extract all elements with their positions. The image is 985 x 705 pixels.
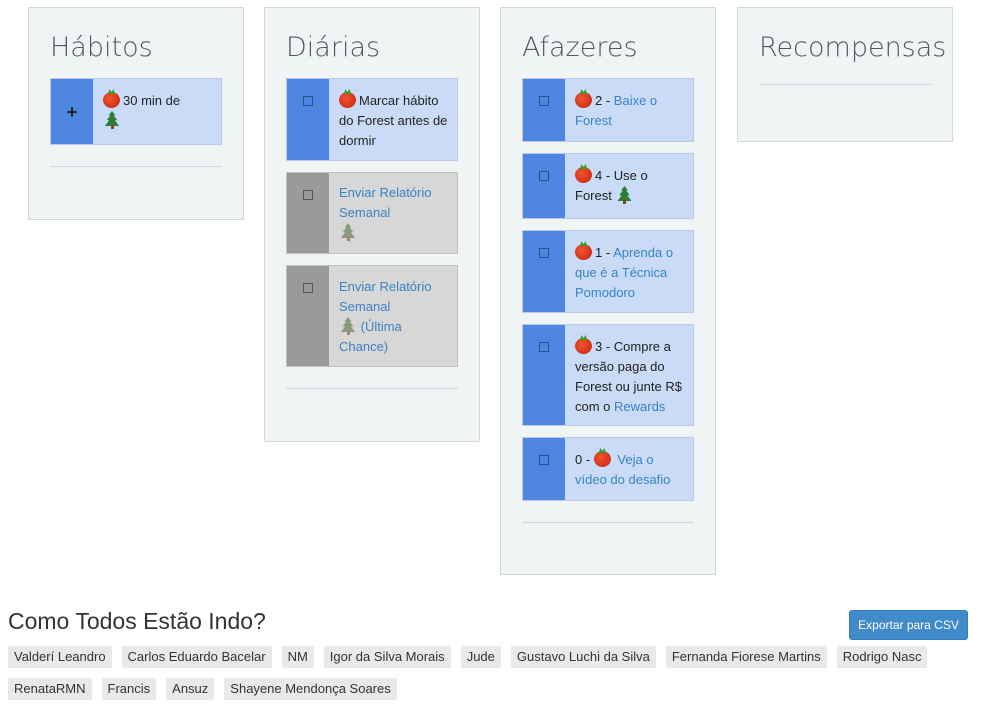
daily-checkbox-area[interactable] [287,173,329,253]
dailies-column: Diárias Marcar hábito do Forest antes de… [264,7,480,442]
todo-task-text[interactable]: 4 - Use o Forest [565,154,693,218]
export-csv-button[interactable]: Exportar para CSV [849,610,968,640]
party-member-tag[interactable]: Valderí Leandro [8,646,112,668]
checkbox-icon[interactable] [539,171,549,181]
party-member-tag[interactable]: Francis [101,678,157,700]
checkbox-icon[interactable] [539,248,549,258]
rewards-column: Recompensas [737,7,953,142]
column-divider [50,166,222,167]
todo-task-text[interactable]: 3 - Compre a versão paga do Forest ou ju… [565,325,693,425]
party-members-list: Valderí Leandro Carlos Eduardo Bacelar NM I… [8,646,973,700]
dailies-title: Diárias [286,32,381,63]
evergreen-tree-icon [105,111,119,129]
todo-checkbox-area[interactable] [523,325,565,425]
checkbox-icon[interactable] [539,96,549,106]
todo-checkbox-area[interactable] [523,231,565,312]
todo-checkbox-area[interactable] [523,154,565,218]
todo-task-prefix: 1 - [595,245,614,260]
tomato-icon [575,338,592,354]
todos-column: Afazeres 2 - Baixe o Forest 4 - Use o Fo… [500,7,716,575]
todo-task[interactable]: 0 - Veja o vídeo do desafio [522,437,694,501]
tomato-icon [593,451,611,467]
todos-title: Afazeres [522,32,638,63]
column-divider [286,388,458,389]
checkbox-icon[interactable] [303,283,313,293]
todo-checkbox-area[interactable] [523,438,565,500]
rewards-title: Recompensas [759,32,947,63]
daily-task-completed[interactable]: Enviar Relatório Semanal [286,172,458,254]
tomato-icon [575,92,592,108]
habits-title: Hábitos [50,32,153,63]
tomato-icon [339,92,356,108]
daily-task[interactable]: Marcar hábito do Forest antes de dormir [286,78,458,161]
tomato-icon [575,167,592,183]
column-divider [759,84,931,85]
party-member-tag[interactable]: Fernanda Fiorese Martins [665,646,827,668]
party-member-tag[interactable]: Igor da Silva Morais [323,646,451,668]
checkbox-icon[interactable] [539,342,549,352]
party-member-tag[interactable]: Gustavo Luchi da Silva [510,646,656,668]
column-divider [522,522,694,523]
habits-column: Hábitos + 30 min de [28,7,244,220]
evergreen-tree-icon [341,223,355,241]
todo-checkbox-area[interactable] [523,79,565,141]
plus-icon: + [66,101,78,122]
tomato-icon [103,92,120,108]
todo-task[interactable]: 4 - Use o Forest [522,153,694,219]
todo-task-text[interactable]: 2 - Baixe o Forest [565,79,693,141]
checkbox-icon[interactable] [303,96,313,106]
party-member-tag[interactable]: Rodrigo Nasc [836,646,928,668]
party-section-title: Como Todos Estão Indo? [8,608,266,634]
habit-task[interactable]: + 30 min de [50,78,222,145]
habit-task-text[interactable]: 30 min de [93,79,186,144]
todo-task[interactable]: 2 - Baixe o Forest [522,78,694,142]
checkbox-icon[interactable] [303,190,313,200]
daily-task-completed[interactable]: Enviar Relatório Semanal (Última Chance) [286,265,458,367]
party-member-tag[interactable]: Jude [460,646,501,668]
checkbox-icon[interactable] [539,455,549,465]
evergreen-tree-icon [617,186,631,204]
tomato-icon [575,244,592,260]
daily-checkbox-area[interactable] [287,266,329,366]
todo-task[interactable]: 1 - Aprenda o que é a Técnica Pomodoro [522,230,694,313]
party-member-tag[interactable]: Carlos Eduardo Bacelar [121,646,272,668]
todo-task-text[interactable]: 1 - Aprenda o que é a Técnica Pomodoro [565,231,693,312]
daily-checkbox-area[interactable] [287,79,329,160]
todo-task-prefix: 0 - [575,452,594,467]
daily-task-text[interactable]: Enviar Relatório Semanal (Última Chance) [329,266,457,366]
party-member-tag[interactable]: RenataRMN [8,678,92,700]
todo-task-prefix: 2 - [595,93,614,108]
daily-task-text[interactable]: Enviar Relatório Semanal [329,173,457,253]
todo-task-text[interactable]: 0 - Veja o vídeo do desafio [565,438,693,500]
party-member-tag[interactable]: Shayene Mendonça Soares [224,678,397,700]
daily-task-label: Enviar Relatório Semanal [339,279,432,314]
party-member-tag[interactable]: Ansuz [166,678,215,700]
habit-plus-button[interactable]: + [51,79,93,144]
todo-task-link[interactable]: Rewards [614,399,665,414]
daily-task-label: Enviar Relatório Semanal [339,185,432,220]
daily-task-text[interactable]: Marcar hábito do Forest antes de dormir [329,79,457,160]
party-member-tag[interactable]: NM [281,646,314,668]
habit-task-label: 30 min de [123,93,181,108]
todo-task[interactable]: 3 - Compre a versão paga do Forest ou ju… [522,324,694,426]
evergreen-tree-icon [341,317,355,335]
